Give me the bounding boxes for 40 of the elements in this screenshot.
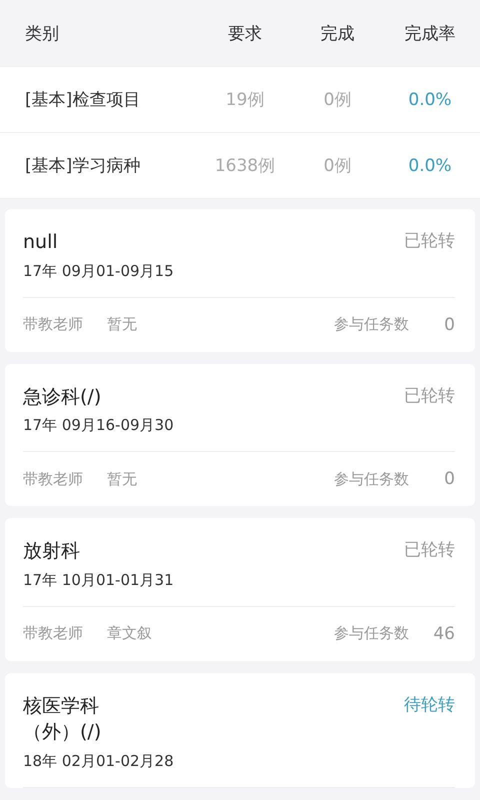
table-cell-text: 0例 xyxy=(324,155,352,177)
tasks-count: 0 xyxy=(443,469,455,490)
rotation-status: 已轮转 xyxy=(404,230,455,252)
rotation-card[interactable]: 放射科 已轮转 17年 10月01-01月31 带教老师 章文叙 参与任务数 46 xyxy=(5,518,475,661)
teacher-label: 带教老师 xyxy=(23,315,83,334)
column-header: 完成率 xyxy=(404,22,456,44)
date-range: 17年 09月16-09月30 xyxy=(23,416,455,452)
rotation-status: 已轮转 xyxy=(404,384,455,407)
teacher-label: 带教老师 xyxy=(23,470,83,489)
date-range: 17年 10月01-01月31 xyxy=(23,570,455,607)
date-range: 18年 02月01-02月28 xyxy=(23,752,455,788)
column-header: 要求 xyxy=(228,22,262,44)
table-cell-text: 0例 xyxy=(324,89,352,111)
department-title: 放射科 xyxy=(23,539,80,564)
department-title: 急诊科(/) xyxy=(23,384,102,410)
table-cell: 0.0% xyxy=(408,90,452,110)
rotation-card[interactable]: 急诊科(/) 已轮转 17年 09月16-09月30 带教老师 暂无 参与任务数 0 xyxy=(5,364,475,506)
teacher-label: 带教老师 xyxy=(23,624,83,644)
tasks-count: 46 xyxy=(433,624,455,644)
rotation-card[interactable]: 核医学科（外）(/) 待轮转 18年 02月01-02月28 xyxy=(5,672,475,788)
department-title: null xyxy=(23,230,58,255)
teacher-name: 暂无 xyxy=(107,315,138,334)
teacher-name: 章文叙 xyxy=(107,624,153,644)
tasks-label: 参与任务数 xyxy=(334,470,409,489)
tasks-label: 参与任务数 xyxy=(334,315,409,334)
table-cell-text: [基本]学习病种 xyxy=(25,155,140,177)
rotation-status: 已轮转 xyxy=(404,539,455,562)
table-cell-text: 19例 xyxy=(226,89,264,111)
teacher-name: 暂无 xyxy=(107,470,138,489)
tasks-count: 0 xyxy=(443,314,455,335)
date-range: 17年 09月01-09月15 xyxy=(23,262,455,298)
table-cell-text: [基本]检查项目 xyxy=(25,89,140,111)
department-title: 核医学科（外）(/) xyxy=(23,694,102,746)
column-header: 完成 xyxy=(320,22,354,44)
column-header: 类别 xyxy=(25,22,59,44)
tasks-label: 参与任务数 xyxy=(334,624,409,644)
rotation-status: 待轮转 xyxy=(404,694,455,716)
table-cell: 0.0% xyxy=(408,156,452,176)
rotation-card[interactable]: null 已轮转 17年 09月01-09月15 带教老师 暂无 参与任务数 0 xyxy=(5,209,475,352)
table-cell-text: 1638例 xyxy=(214,155,276,177)
